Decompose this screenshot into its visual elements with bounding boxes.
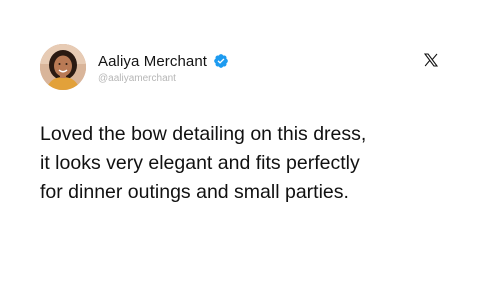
verified-badge-icon — [213, 53, 229, 69]
author-handle[interactable]: @aaliyamerchant — [98, 73, 176, 84]
tweet-card: Aaliya Merchant @aaliyamerchant Loved th… — [0, 0, 480, 292]
author-name-row: Aaliya Merchant — [98, 51, 229, 71]
tweet-line: it looks very elegant and fits perfectly — [40, 152, 360, 174]
display-name[interactable]: Aaliya Merchant — [98, 53, 207, 70]
x-logo-icon[interactable] — [423, 52, 439, 68]
tweet-line: for dinner outings and small parties. — [40, 181, 349, 203]
avatar-photo — [40, 44, 86, 90]
avatar[interactable] — [40, 44, 86, 90]
tweet-text: Loved the bow detailing on this dress, i… — [40, 120, 460, 207]
tweet-line: Loved the bow detailing on this dress, — [40, 123, 367, 145]
